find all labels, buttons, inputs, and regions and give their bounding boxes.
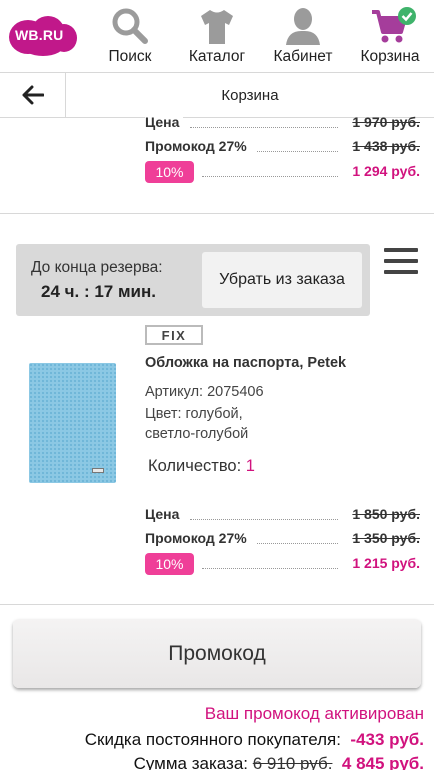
back-button[interactable] (0, 73, 66, 117)
item2-promo-price: 1 350 руб. (352, 530, 420, 546)
product-article: Артикул: 2075406 (145, 384, 264, 400)
item2-discount-badge: 10% (145, 553, 194, 575)
page-header: Корзина (0, 72, 434, 118)
remove-from-order-button[interactable]: Убрать из заказа (202, 252, 362, 308)
item1-price-row: Цена 1 970 руб. (145, 114, 420, 134)
nav-catalog[interactable]: Каталог (177, 6, 257, 66)
item1-discount-badge: 10% (145, 161, 194, 183)
order-total-new: 4 845 руб. (341, 754, 424, 770)
divider (0, 604, 434, 605)
item1-price: 1 970 руб. (352, 114, 420, 130)
nav-catalog-label: Каталог (188, 48, 246, 65)
product-image[interactable] (29, 363, 116, 483)
item2-promo-row: Промокод 27% 1 350 руб. (145, 530, 420, 550)
item2-final-row: 10% 1 215 руб. (145, 553, 420, 575)
item1-promo-price: 1 438 руб. (352, 138, 420, 154)
arrow-left-icon (22, 85, 44, 105)
divider (0, 213, 434, 214)
quantity[interactable]: Количество: 1 (148, 457, 255, 476)
search-icon (110, 6, 150, 46)
item2-price: 1 850 руб. (352, 506, 420, 522)
nav-cart[interactable]: Корзина (350, 6, 430, 66)
item1-price-label: Цена (145, 114, 184, 130)
order-total-old: 6 910 руб. (252, 754, 333, 770)
item2-promo-label: Промокод 27% (145, 530, 251, 546)
product-color-line1: Цвет: голубой, (145, 406, 243, 422)
hamburger-icon[interactable] (384, 248, 418, 278)
page-title: Корзина (221, 86, 279, 104)
product-color-line2: светло-голубой (145, 426, 249, 442)
tshirt-icon (197, 6, 237, 46)
reserve-box: До конца резерва: 24 ч. : 17 мин. Убрать… (16, 244, 370, 316)
item1-final-price: 1 294 руб. (352, 163, 420, 179)
nav-search[interactable]: Поиск (90, 6, 170, 66)
loyal-discount-value: -433 руб. (350, 730, 424, 749)
item1-final-row: 10% 1 294 руб. (145, 161, 420, 183)
promo-activated-text: Ваш промокод активирован (204, 704, 424, 723)
promocode-button[interactable]: Промокод (13, 619, 421, 688)
brand-badge: FIX (145, 325, 203, 345)
loyal-discount-row: Скидка постоянного покупателя: -433 руб. (85, 730, 424, 750)
nav-cabinet-label: Кабинет (273, 48, 333, 65)
wb-logo[interactable]: WB.RU (9, 14, 77, 56)
item2-price-row: Цена 1 850 руб. (145, 506, 420, 526)
loyal-discount-label: Скидка постоянного покупателя: (84, 730, 341, 749)
user-icon (283, 6, 323, 46)
item1-promo-row: Промокод 27% 1 438 руб. (145, 138, 420, 158)
nav-search-label: Поиск (108, 48, 152, 65)
item2-final-price: 1 215 руб. (352, 555, 420, 571)
top-nav: WB.RU Поиск Каталог Кабинет Корзина (0, 0, 434, 72)
item2-price-label: Цена (145, 506, 184, 522)
reserve-time: 24 ч. : 17 мин. (41, 282, 156, 301)
quantity-value: 1 (245, 457, 255, 475)
logo-text: WB.RU (15, 27, 64, 43)
product-name[interactable]: Обложка на паспорта, Petek (145, 355, 346, 371)
cart-icon (370, 6, 416, 46)
nav-cart-label: Корзина (360, 48, 420, 65)
nav-cabinet[interactable]: Кабинет (263, 6, 343, 66)
item1-promo-label: Промокод 27% (145, 138, 251, 154)
order-total-label: Сумма заказа: (133, 754, 249, 770)
order-total-row: Сумма заказа: 6 910 руб. 4 845 руб. (134, 754, 424, 770)
reserve-title: До конца резерва: (31, 259, 163, 276)
quantity-label: Количество: (148, 457, 246, 475)
